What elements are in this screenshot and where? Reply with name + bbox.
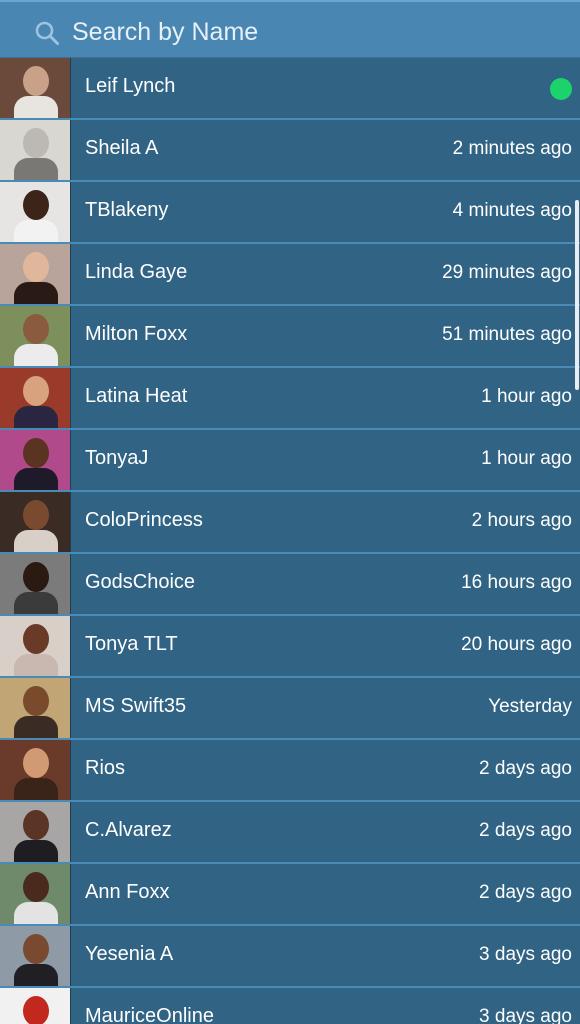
user-row[interactable]: Ann Foxx 2 days ago bbox=[0, 864, 580, 926]
user-name: TonyaJ bbox=[85, 447, 149, 469]
user-row[interactable]: TonyaJ 1 hour ago bbox=[0, 430, 580, 492]
user-row[interactable]: Milton Foxx 51 minutes ago bbox=[0, 306, 580, 368]
chat-user-list-screen: Leif Lynch Sheila A 2 minutes ago TBlakeny 4… bbox=[0, 0, 580, 1024]
avatar[interactable] bbox=[0, 864, 71, 924]
user-name: Rios bbox=[85, 757, 126, 779]
user-name: TBlakeny bbox=[85, 199, 169, 221]
user-name: GodsChoice bbox=[85, 571, 196, 593]
avatar[interactable] bbox=[0, 430, 71, 490]
online-status-icon bbox=[550, 78, 572, 100]
last-seen-time: 2 hours ago bbox=[471, 510, 572, 531]
user-name: Milton Foxx bbox=[85, 323, 188, 345]
last-seen-time: 1 hour ago bbox=[481, 448, 572, 469]
user-row[interactable]: ColoPrincess 2 hours ago bbox=[0, 492, 580, 554]
user-name: Ann Foxx bbox=[85, 881, 170, 903]
user-row[interactable]: C.Alvarez 2 days ago bbox=[0, 802, 580, 864]
user-name: MauriceOnline bbox=[85, 1005, 214, 1024]
avatar[interactable] bbox=[0, 988, 71, 1024]
user-name: ColoPrincess bbox=[85, 509, 203, 531]
user-row[interactable]: Latina Heat 1 hour ago bbox=[0, 368, 580, 430]
user-name: Latina Heat bbox=[85, 385, 188, 407]
last-seen-time: 2 minutes ago bbox=[452, 138, 572, 159]
last-seen-time: 2 days ago bbox=[479, 758, 572, 779]
last-seen-time: Yesterday bbox=[488, 696, 572, 717]
last-seen-time: 3 days ago bbox=[479, 944, 572, 965]
last-seen-time: 2 days ago bbox=[479, 820, 572, 841]
user-row[interactable]: MS Swift35 Yesterday bbox=[0, 678, 580, 740]
last-seen-time: 16 hours ago bbox=[461, 572, 572, 593]
scrollbar-thumb[interactable] bbox=[575, 200, 579, 390]
last-seen-time: 4 minutes ago bbox=[452, 200, 572, 221]
avatar[interactable] bbox=[0, 492, 71, 552]
user-name: Tonya TLT bbox=[85, 633, 178, 655]
user-row[interactable]: Rios 2 days ago bbox=[0, 740, 580, 802]
avatar[interactable] bbox=[0, 120, 71, 180]
search-input[interactable] bbox=[72, 12, 552, 52]
user-row[interactable]: GodsChoice 16 hours ago bbox=[0, 554, 580, 616]
last-seen-time: 1 hour ago bbox=[481, 386, 572, 407]
user-row[interactable]: Yesenia A 3 days ago bbox=[0, 926, 580, 988]
avatar[interactable] bbox=[0, 678, 71, 738]
user-name: C.Alvarez bbox=[85, 819, 172, 841]
last-seen-time: 51 minutes ago bbox=[442, 324, 572, 345]
user-name: Linda Gaye bbox=[85, 261, 188, 283]
user-name: Yesenia A bbox=[85, 943, 174, 965]
search-icon[interactable] bbox=[34, 20, 60, 46]
avatar[interactable] bbox=[0, 182, 71, 242]
user-row[interactable]: Linda Gaye 29 minutes ago bbox=[0, 244, 580, 306]
user-row[interactable]: MauriceOnline 3 days ago bbox=[0, 988, 580, 1024]
user-row[interactable]: Tonya TLT 20 hours ago bbox=[0, 616, 580, 678]
last-seen-time: 29 minutes ago bbox=[442, 262, 572, 283]
avatar[interactable] bbox=[0, 554, 71, 614]
user-row[interactable]: Sheila A 2 minutes ago bbox=[0, 120, 580, 182]
user-name: MS Swift35 bbox=[85, 695, 187, 717]
user-name: Leif Lynch bbox=[85, 75, 176, 97]
avatar[interactable] bbox=[0, 740, 71, 800]
avatar[interactable] bbox=[0, 616, 71, 676]
avatar[interactable] bbox=[0, 926, 71, 986]
user-row[interactable]: TBlakeny 4 minutes ago bbox=[0, 182, 580, 244]
search-bar bbox=[0, 0, 580, 58]
avatar[interactable] bbox=[0, 802, 71, 862]
user-name: Sheila A bbox=[85, 137, 159, 159]
avatar[interactable] bbox=[0, 58, 71, 118]
user-list: Leif Lynch Sheila A 2 minutes ago TBlakeny 4… bbox=[0, 58, 580, 1024]
last-seen-time: 20 hours ago bbox=[461, 634, 572, 655]
avatar[interactable] bbox=[0, 306, 71, 366]
avatar[interactable] bbox=[0, 368, 71, 428]
user-row[interactable]: Leif Lynch bbox=[0, 58, 580, 120]
last-seen-time: 3 days ago bbox=[479, 1006, 572, 1024]
last-seen-time: 2 days ago bbox=[479, 882, 572, 903]
avatar[interactable] bbox=[0, 244, 71, 304]
